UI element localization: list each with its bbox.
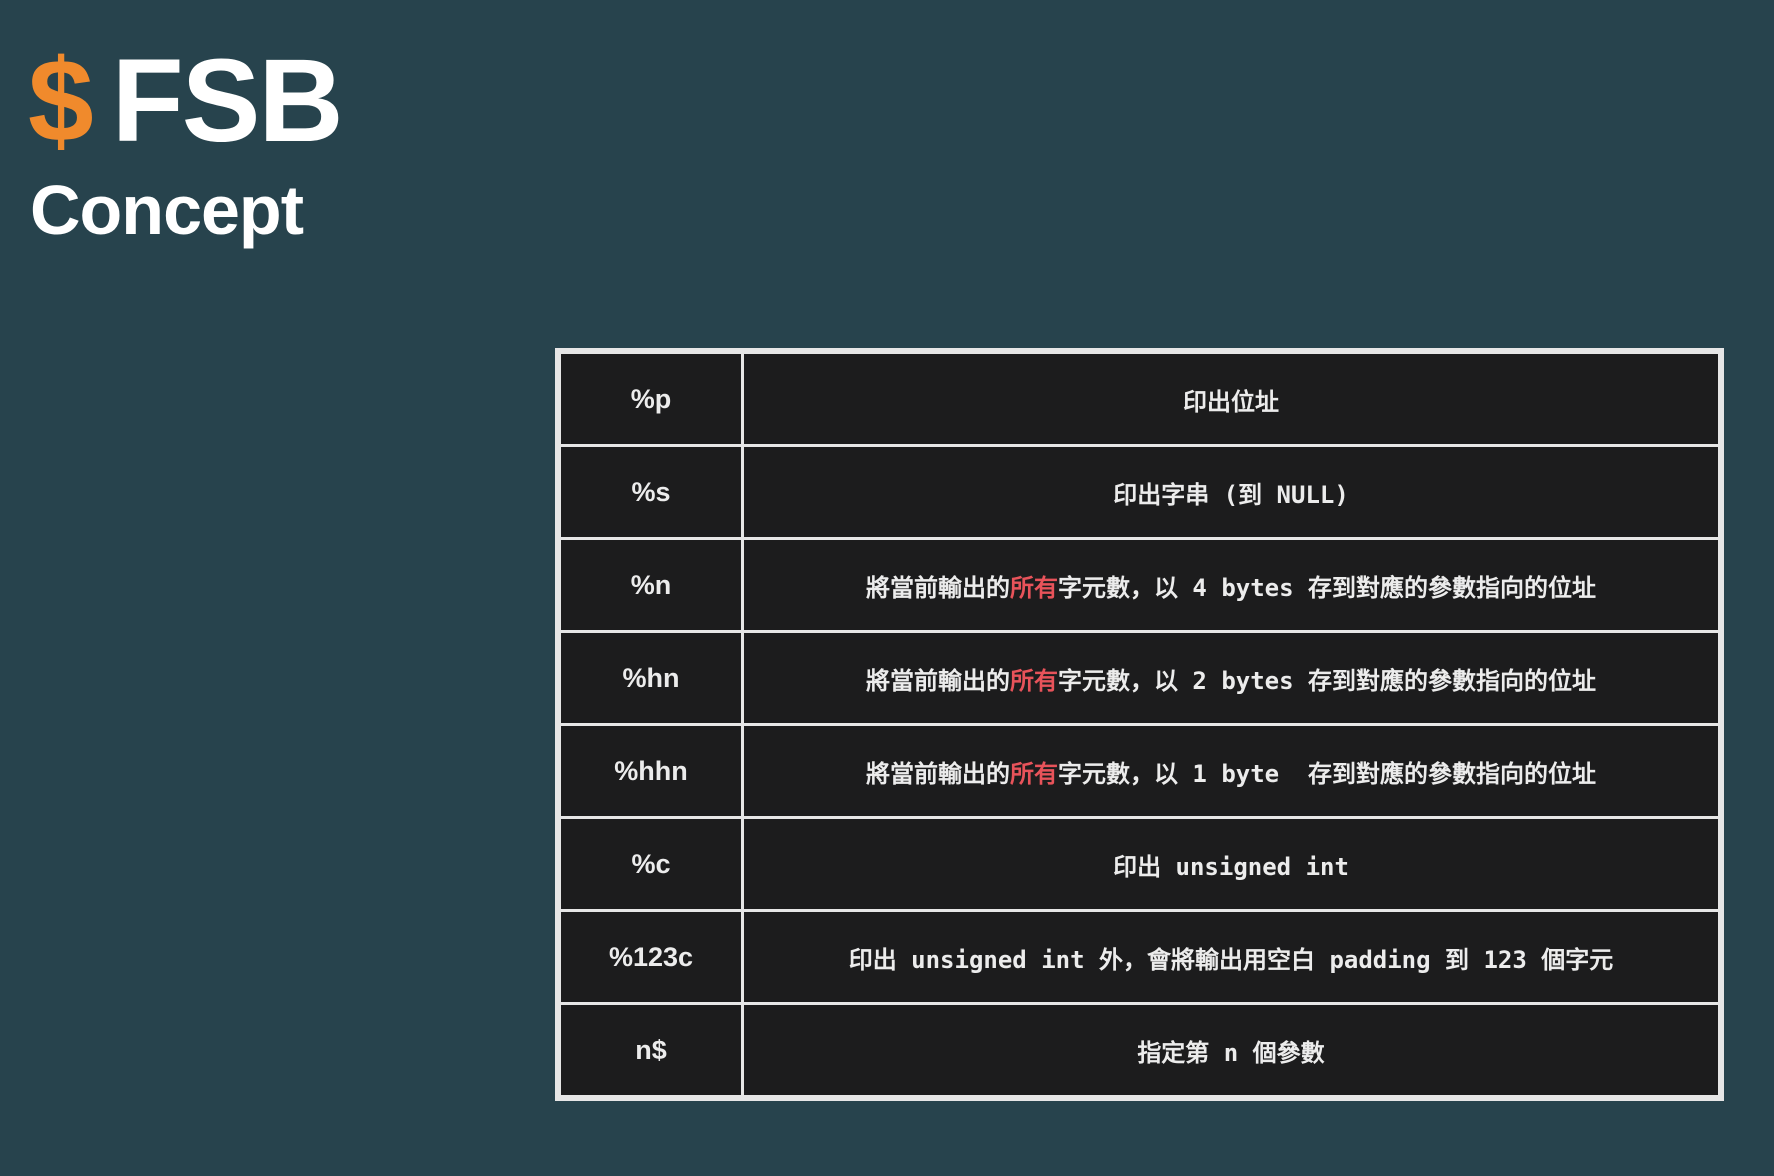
table-row: %123c 印出 unsigned int 外，會將輸出用空白 padding 到… (558, 909, 1721, 1005)
highlighted-text: 所有 (1009, 759, 1058, 788)
description-cell: 將當前輸出的所有字元數，以 2 bytes 存到對應的參數指向的位址 (741, 630, 1721, 726)
table-row: n$ 指定第 n 個參數 (558, 1002, 1721, 1098)
description-text: 印出 unsigned int 外，會將輸出用空白 padding 到 123 … (848, 945, 1614, 974)
description-cell: 指定第 n 個參數 (741, 1002, 1721, 1098)
format-specifier-cell: n$ (558, 1002, 744, 1098)
slide-subtitle: Concept (30, 171, 304, 249)
highlighted-text: 所有 (1009, 573, 1058, 602)
format-specifier-cell: %s (558, 444, 744, 540)
description-text: 將當前輸出的 (865, 759, 1010, 788)
format-specifier-cell: %hn (558, 630, 744, 726)
description-text: 字元數，以 1 byte 存到對應的參數指向的位址 (1057, 759, 1597, 788)
description-text: 將當前輸出的 (865, 666, 1010, 695)
description-text: 印出字串 (到 NULL) (1113, 480, 1349, 509)
table-row: %p 印出位址 (558, 351, 1721, 447)
description-text: 字元數，以 4 bytes 存到對應的參數指向的位址 (1057, 573, 1597, 602)
slide-title-text: FSB (111, 35, 344, 167)
description-text: 字元數，以 2 bytes 存到對應的參數指向的位址 (1057, 666, 1597, 695)
table-row: %s 印出字串 (到 NULL) (558, 444, 1721, 540)
description-text: 將當前輸出的 (865, 573, 1010, 602)
description-cell: 印出 unsigned int (741, 816, 1721, 912)
dollar-sign-icon: $ (28, 35, 94, 167)
description-cell: 將當前輸出的所有字元數，以 1 byte 存到對應的參數指向的位址 (741, 723, 1721, 819)
table-row: %hn 將當前輸出的所有字元數，以 2 bytes 存到對應的參數指向的位址 (558, 630, 1721, 726)
description-cell: 印出字串 (到 NULL) (741, 444, 1721, 540)
format-specifier-cell: %hhn (558, 723, 744, 819)
format-specifier-cell: %p (558, 351, 744, 447)
highlighted-text: 所有 (1009, 666, 1058, 695)
format-specifier-table-body: %p 印出位址 %s 印出字串 (到 NULL) %n 將當前輸出的所有字元數，以 4 b… (558, 351, 1721, 1098)
description-cell: 印出位址 (741, 351, 1721, 447)
format-specifier-cell: %c (558, 816, 744, 912)
description-cell: 印出 unsigned int 外，會將輸出用空白 padding 到 123 … (741, 909, 1721, 1005)
format-specifier-cell: %123c (558, 909, 744, 1005)
description-text: 印出 unsigned int (1113, 852, 1349, 881)
slide-title: $ FSB (28, 35, 344, 167)
table-row: %hhn 將當前輸出的所有字元數，以 1 byte 存到對應的參數指向的位址 (558, 723, 1721, 819)
table-row: %c 印出 unsigned int (558, 816, 1721, 912)
description-text: 印出位址 (1183, 387, 1279, 416)
description-text: 指定第 n 個參數 (1137, 1038, 1325, 1067)
description-cell: 將當前輸出的所有字元數，以 4 bytes 存到對應的參數指向的位址 (741, 537, 1721, 633)
format-specifier-table: %p 印出位址 %s 印出字串 (到 NULL) %n 將當前輸出的所有字元數，以 4 b… (555, 348, 1724, 1101)
table-row: %n 將當前輸出的所有字元數，以 4 bytes 存到對應的參數指向的位址 (558, 537, 1721, 633)
format-specifier-cell: %n (558, 537, 744, 633)
